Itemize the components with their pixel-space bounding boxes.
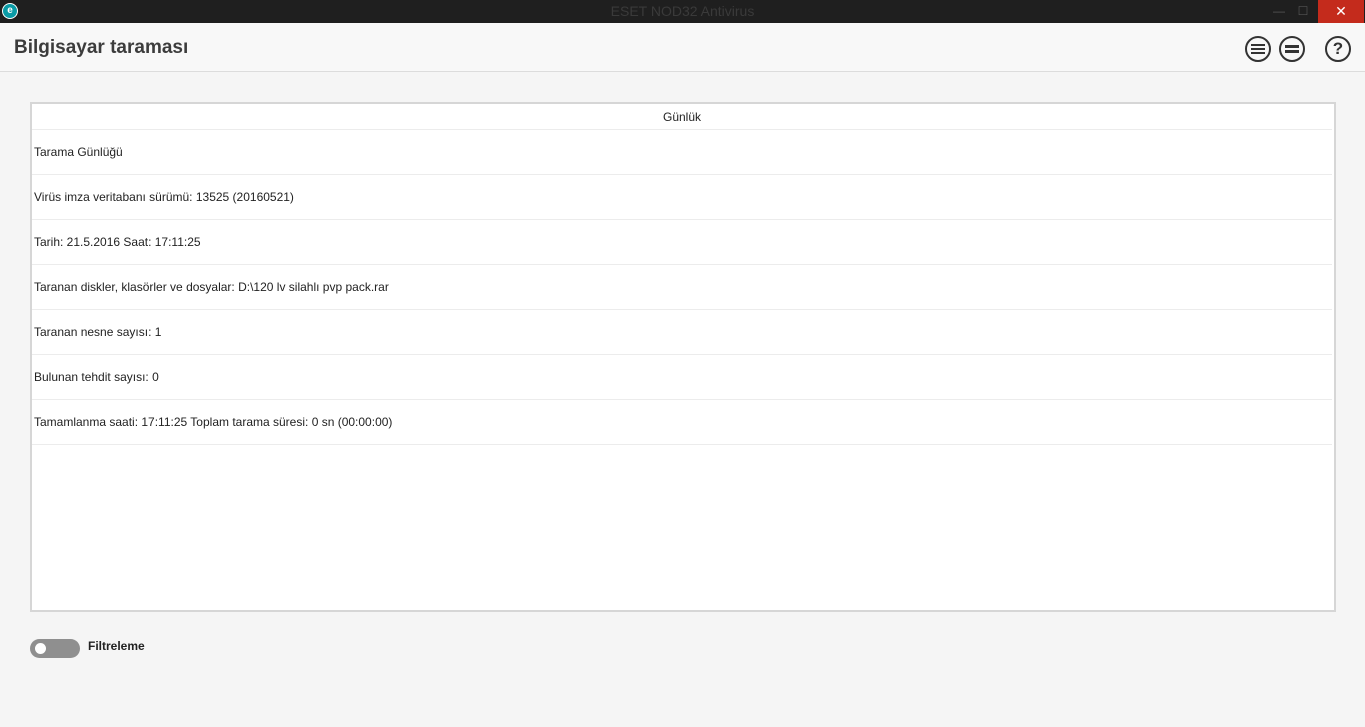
log-row[interactable]: Taranan nesne sayısı: 1 xyxy=(32,310,1332,355)
minimize-button[interactable]: — xyxy=(1268,0,1290,23)
log-row[interactable]: Tamamlanma saati: 17:11:25 Toplam tarama… xyxy=(32,400,1332,445)
eset-app-icon[interactable]: e xyxy=(2,3,18,19)
menu-list-icon[interactable] xyxy=(1245,36,1271,62)
log-row[interactable]: Virüs imza veritabanı sürümü: 13525 (201… xyxy=(32,175,1332,220)
collapse-icon[interactable] xyxy=(1279,36,1305,62)
help-icon[interactable]: ? xyxy=(1325,36,1351,62)
filter-control: Filtreleme xyxy=(30,638,145,658)
log-row[interactable]: Tarama Günlüğü xyxy=(32,130,1332,175)
page-title: Bilgisayar taraması xyxy=(14,37,189,58)
log-row[interactable]: Bulunan tehdit sayısı: 0 xyxy=(32,355,1332,400)
scan-log-table[interactable]: Günlük Tarama Günlüğü Virüs imza veritab… xyxy=(30,102,1336,612)
toggle-knob xyxy=(35,642,46,654)
filter-toggle[interactable] xyxy=(30,638,80,658)
log-column-header[interactable]: Günlük xyxy=(32,104,1332,130)
page-header: Bilgisayar taraması ? xyxy=(0,23,1365,72)
app-icon-letter: e xyxy=(3,4,17,18)
maximize-button[interactable]: ☐ xyxy=(1292,0,1314,23)
log-row[interactable]: Tarih: 21.5.2016 Saat: 17:11:25 xyxy=(32,220,1332,265)
filter-label[interactable]: Filtreleme xyxy=(88,639,145,653)
close-button[interactable]: ✕ xyxy=(1318,0,1364,23)
window-title: ESET NOD32 Antivirus xyxy=(610,3,755,19)
log-row[interactable]: Taranan diskler, klasörler ve dosyalar: … xyxy=(32,265,1332,310)
title-bar: ESET NOD32 Antivirus e — ☐ ✕ xyxy=(0,0,1365,23)
help-glyph: ? xyxy=(1332,39,1344,58)
